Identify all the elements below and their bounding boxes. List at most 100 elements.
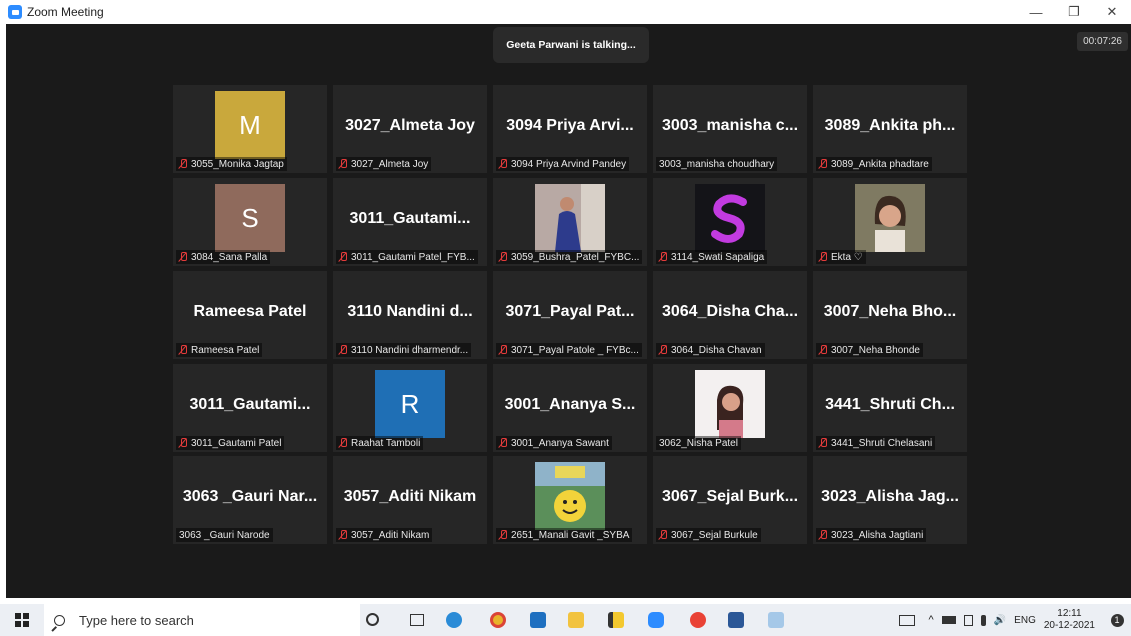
google-meet-icon[interactable] [690,612,706,628]
maximize-button[interactable]: ❐ [1055,0,1093,24]
participant-tile[interactable]: S 3084_Sana Palla [173,178,327,266]
participant-name-label: 3062_Nisha Patel [656,436,741,450]
minimize-button[interactable]: — [1017,0,1055,24]
participant-display-name: 3064_Disha Cha... [661,303,799,320]
participant-avatar: M [215,91,285,159]
participant-display-name: 3027_Almeta Joy [345,117,475,134]
participant-tile[interactable]: 3114_Swati Sapaliga [653,178,807,266]
mic-muted-icon [179,438,187,448]
mic-muted-icon [499,530,507,540]
participant-tile[interactable]: 3011_Gautami... 3011_Gautami Patel [173,364,327,452]
participant-avatar: R [375,370,445,438]
participant-display-name: 3441_Shruti Ch... [825,396,955,413]
paint-icon[interactable] [768,612,784,628]
participant-display-name: 3063 _Gauri Nar... [182,488,318,505]
zoom-taskbar-icon[interactable] [648,612,664,628]
start-button[interactable] [0,613,44,627]
participant-display-name: 3110 Nandini d... [347,303,473,320]
participant-tile[interactable]: 3441_Shruti Ch... 3441_Shruti Chelasani [813,364,967,452]
mic-muted-icon [499,252,507,262]
participant-tile[interactable]: 3094 Priya Arvi... 3094 Priya Arvind Pand… [493,85,647,173]
participant-tile[interactable]: 2651_Manali Gavit _SYBA [493,456,647,544]
microphone-icon[interactable] [980,614,986,626]
mic-muted-icon [819,345,827,355]
participant-name-label: 3064_Disha Chavan [656,343,765,357]
mic-muted-icon [179,345,187,355]
participant-name: 3110 Nandini dharmendr... [351,344,469,356]
participant-display-name: 3023_Alisha Jag... [821,488,959,505]
close-button[interactable]: ✕ [1093,0,1131,24]
search-placeholder: Type here to search [79,612,194,628]
taskbar-clock[interactable]: 12:11 20-12-2021 [1044,608,1095,632]
participant-tile[interactable]: 3059_Bushra_Patel_FYBC... [493,178,647,266]
chevron-up-icon[interactable]: ^ [929,614,934,626]
edge-icon[interactable] [446,612,462,628]
participant-name-label: Raahat Tamboli [336,436,424,450]
participant-tile[interactable]: 3062_Nisha Patel [653,364,807,452]
participant-tile[interactable]: 3071_Payal Pat... 3071_Payal Patole _ FYB… [493,271,647,359]
windows-logo-icon [15,613,29,627]
participant-display-name: 3011_Gautami... [189,396,311,413]
mic-muted-icon [339,530,347,540]
participant-name-label: 3089_Ankita phadtare [816,157,932,171]
participant-tile[interactable]: 3023_Alisha Jag... 3023_Alisha Jagtiani [813,456,967,544]
chrome-icon[interactable] [490,612,506,628]
participant-name-label: 3059_Bushra_Patel_FYBC... [496,250,643,264]
participant-tile[interactable]: 3027_Almeta Joy 3027_Almeta Joy [333,85,487,173]
participant-name-label: 3011_Gautami Patel_FYB... [336,250,478,264]
participant-tile[interactable]: 3067_Sejal Burk... 3067_Sejal Burkule [653,456,807,544]
participant-display-name: 3007_Neha Bho... [823,303,957,320]
participant-name: 3057_Aditi Nikam [351,529,430,541]
word-icon[interactable] [728,612,744,628]
battery-icon[interactable] [941,616,956,624]
participant-name: 3071_Payal Patole _ FYBc... [511,344,639,356]
participant-tile[interactable]: 3110 Nandini d... 3110 Nandini dharmendr.… [333,271,487,359]
mic-muted-icon [339,345,347,355]
mic-muted-icon [179,159,187,169]
participant-tile[interactable]: 3064_Disha Cha... 3064_Disha Chavan [653,271,807,359]
taskbar-search-box[interactable]: Type here to search [44,604,360,636]
mic-muted-icon [499,345,507,355]
participant-tile[interactable]: M 3055_Monika Jagtap [173,85,327,173]
participant-tile[interactable]: R Raahat Tamboli [333,364,487,452]
participant-tile[interactable]: 3003_manisha c... 3003_manisha choudhary [653,85,807,173]
participant-tile[interactable]: 3001_Ananya S... 3001_Ananya Sawant [493,364,647,452]
participant-name-label: 3003_manisha choudhary [656,157,778,171]
participant-tile[interactable]: 3089_Ankita ph... 3089_Ankita phadtare [813,85,967,173]
participant-name-label: 3055_Monika Jagtap [176,157,287,171]
file-explorer-icon[interactable] [568,612,584,628]
mail-icon[interactable] [530,612,546,628]
participant-display-name: 3001_Ananya S... [504,396,636,413]
notification-count: 1 [1110,613,1124,627]
language-indicator[interactable]: ENG [1014,615,1036,626]
participant-display-name: 3071_Payal Pat... [505,303,635,320]
sticky-notes-icon[interactable] [608,612,624,628]
participant-name-label: 3110 Nandini dharmendr... [336,343,472,357]
participant-video [855,184,925,252]
notification-center-icon[interactable]: 1 [1103,604,1131,636]
task-view-icon[interactable] [410,614,424,626]
participant-name: 3001_Ananya Sawant [511,437,609,449]
clock-time: 12:11 [1057,608,1082,619]
participant-tile[interactable]: Rameesa Patel Rameesa Patel [173,271,327,359]
participant-name-label: 3001_Ananya Sawant [496,436,612,450]
participant-name: Rameesa Patel [191,344,260,356]
network-icon[interactable] [963,614,973,626]
participant-tile[interactable]: 3057_Aditi Nikam 3057_Aditi Nikam [333,456,487,544]
mic-muted-icon [499,438,507,448]
cortana-icon[interactable] [366,613,379,626]
mic-muted-icon [819,530,827,540]
keyboard-icon[interactable] [898,614,915,626]
participant-name-label: 3441_Shruti Chelasani [816,436,936,450]
meeting-timer: 00:07:26 [1077,32,1128,51]
participant-name: 3064_Disha Chavan [671,344,762,356]
participant-tile[interactable]: 3011_Gautami... 3011_Gautami Patel_FYB... [333,178,487,266]
volume-icon[interactable]: 🔊 [994,615,1006,626]
participant-name: Raahat Tamboli [351,437,421,449]
participant-name-label: 3027_Almeta Joy [336,157,432,171]
participant-tile[interactable]: 3007_Neha Bho... 3007_Neha Bhonde [813,271,967,359]
mic-muted-icon [339,438,347,448]
participant-tile[interactable]: Ekta ♡ [813,178,967,266]
participant-name-label: 3063 _Gauri Narode [176,528,273,542]
participant-tile[interactable]: 3063 _Gauri Nar... 3063 _Gauri Narode [173,456,327,544]
